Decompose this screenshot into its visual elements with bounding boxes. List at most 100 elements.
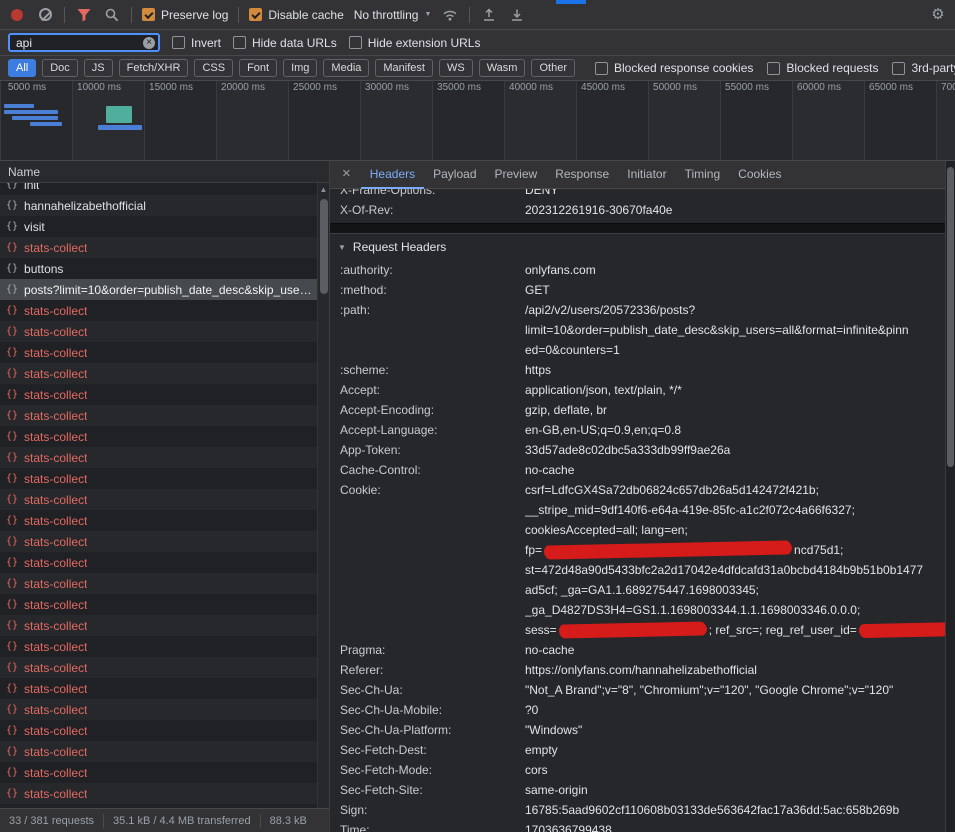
network-conditions-button[interactable] bbox=[441, 6, 459, 24]
tab-headers[interactable]: Headers bbox=[361, 161, 424, 189]
checkbox-label: Blocked requests bbox=[786, 61, 878, 75]
json-icon: {} bbox=[6, 284, 18, 295]
scrollbar-thumb[interactable] bbox=[947, 167, 954, 467]
request-row[interactable]: {}stats-collect bbox=[0, 699, 329, 720]
header-name: Sec-Fetch-Dest: bbox=[330, 740, 525, 760]
request-row[interactable]: {}init bbox=[0, 183, 329, 195]
timeline-bars bbox=[0, 81, 955, 160]
export-har-button[interactable] bbox=[508, 6, 526, 24]
redaction-mark bbox=[859, 623, 945, 637]
request-row[interactable]: {}stats-collect bbox=[0, 783, 329, 804]
request-row[interactable]: {}visit bbox=[0, 216, 329, 237]
request-row[interactable]: {}stats-collect bbox=[0, 342, 329, 363]
hide-data-urls-checkbox[interactable]: Hide data URLs bbox=[233, 36, 337, 50]
request-row[interactable]: {}stats-collect bbox=[0, 510, 329, 531]
filter-chip-other[interactable]: Other bbox=[531, 59, 575, 77]
request-row[interactable]: {}stats-collect bbox=[0, 321, 329, 342]
request-name: stats-collect bbox=[24, 745, 87, 759]
request-row[interactable]: {}stats-collect bbox=[0, 573, 329, 594]
tab-preview[interactable]: Preview bbox=[486, 161, 547, 189]
json-icon: {} bbox=[6, 242, 18, 253]
header-row: Sec-Ch-Ua-Mobile:?0 bbox=[330, 700, 945, 720]
disable-cache-checkbox[interactable]: Disable cache bbox=[249, 8, 343, 22]
request-row[interactable]: {}stats-collect bbox=[0, 657, 329, 678]
request-name: stats-collect bbox=[24, 493, 87, 507]
hide-extension-urls-checkbox[interactable]: Hide extension URLs bbox=[349, 36, 481, 50]
filter-toggle-button[interactable] bbox=[75, 6, 93, 24]
toolbar-divider bbox=[64, 7, 65, 23]
import-har-button[interactable] bbox=[480, 6, 498, 24]
request-row[interactable]: {}stats-collect bbox=[0, 426, 329, 447]
request-row[interactable]: {}stats-collect bbox=[0, 741, 329, 762]
checkbox-icon bbox=[172, 36, 185, 49]
filter-chip-manifest[interactable]: Manifest bbox=[375, 59, 433, 77]
filter-chip-ws[interactable]: WS bbox=[439, 59, 473, 77]
search-button[interactable] bbox=[103, 6, 121, 24]
filter-checkbox-3rd-party-requests[interactable]: 3rd-party requests bbox=[892, 61, 955, 75]
request-row[interactable]: {}buttons bbox=[0, 258, 329, 279]
header-value: ?0 bbox=[525, 700, 945, 720]
settings-button[interactable]: ⚙ bbox=[929, 6, 947, 24]
tab-cookies[interactable]: Cookies bbox=[729, 161, 790, 189]
request-row[interactable]: {}stats-collect bbox=[0, 384, 329, 405]
filter-chip-media[interactable]: Media bbox=[323, 59, 369, 77]
request-row[interactable]: {}hannahelizabethofficial bbox=[0, 195, 329, 216]
tab-response[interactable]: Response bbox=[546, 161, 618, 189]
json-icon: {} bbox=[6, 494, 18, 505]
filter-checkbox-blocked-response-cookies[interactable]: Blocked response cookies bbox=[595, 61, 753, 75]
filter-chip-img[interactable]: Img bbox=[283, 59, 317, 77]
tab-payload[interactable]: Payload bbox=[424, 161, 485, 189]
json-icon: {} bbox=[6, 599, 18, 610]
request-row[interactable]: {}stats-collect bbox=[0, 552, 329, 573]
filter-input[interactable] bbox=[8, 33, 160, 52]
header-row: :method:GET bbox=[330, 280, 945, 300]
tab-timing[interactable]: Timing bbox=[676, 161, 730, 189]
invert-checkbox[interactable]: Invert bbox=[172, 36, 221, 50]
status-text: 33 / 381 requests bbox=[0, 814, 104, 828]
request-row[interactable]: {}stats-collect bbox=[0, 405, 329, 426]
clear-icon bbox=[39, 8, 52, 21]
request-row[interactable]: {}stats-collect bbox=[0, 615, 329, 636]
request-row[interactable]: {}stats-collect bbox=[0, 531, 329, 552]
request-row[interactable]: {}stats-collect bbox=[0, 720, 329, 741]
request-headers-section-header[interactable]: ▼Request Headers bbox=[330, 234, 945, 260]
request-row[interactable]: {}stats-collect bbox=[0, 762, 329, 783]
name-column-header[interactable]: Name bbox=[0, 161, 329, 183]
request-row[interactable]: {}stats-collect bbox=[0, 636, 329, 657]
network-overview-timeline[interactable]: 5000 ms10000 ms15000 ms20000 ms25000 ms3… bbox=[0, 81, 955, 161]
filter-chip-doc[interactable]: Doc bbox=[42, 59, 78, 77]
summary-items: 33 / 381 requests35.1 kB / 4.4 MB transf… bbox=[0, 814, 316, 828]
tab-initiator[interactable]: Initiator bbox=[618, 161, 675, 189]
preserve-log-checkbox[interactable]: Preserve log bbox=[142, 8, 228, 22]
record-button[interactable] bbox=[8, 6, 26, 24]
request-row[interactable]: {}stats-collect bbox=[0, 678, 329, 699]
request-list-scrollbar[interactable]: ▲ bbox=[317, 183, 329, 808]
request-row[interactable]: {}posts?limit=10&order=publish_date_desc… bbox=[0, 279, 329, 300]
request-row[interactable]: {} stats-collect bbox=[0, 489, 329, 510]
throttling-dropdown[interactable]: No throttling ▼ bbox=[354, 8, 432, 22]
details-scrollbar[interactable] bbox=[945, 161, 955, 832]
funnel-icon bbox=[76, 7, 92, 23]
request-row[interactable]: {} stats-collect bbox=[0, 594, 329, 615]
request-row[interactable]: {}stats-collect bbox=[0, 237, 329, 258]
filter-chip-js[interactable]: JS bbox=[84, 59, 113, 77]
filter-chip-all[interactable]: All bbox=[8, 59, 36, 77]
header-value: /api2/v2/users/20572336/posts?limit=10&o… bbox=[525, 300, 945, 360]
scrollbar-thumb[interactable] bbox=[320, 199, 328, 294]
filter-chip-css[interactable]: CSS bbox=[194, 59, 233, 77]
request-row[interactable]: {}stats-collect bbox=[0, 468, 329, 489]
filter-chip-font[interactable]: Font bbox=[239, 59, 277, 77]
filter-chip-fetch-xhr[interactable]: Fetch/XHR bbox=[119, 59, 189, 77]
filter-chip-wasm[interactable]: Wasm bbox=[479, 59, 526, 77]
clear-button[interactable] bbox=[36, 6, 54, 24]
header-value: empty bbox=[525, 740, 945, 760]
clear-filter-icon[interactable]: × bbox=[143, 37, 155, 49]
close-details-button[interactable]: × bbox=[334, 165, 361, 184]
filter-checkbox-blocked-requests[interactable]: Blocked requests bbox=[767, 61, 878, 75]
request-row[interactable]: {}stats-collect bbox=[0, 300, 329, 321]
request-name: stats-collect bbox=[24, 598, 87, 612]
request-row[interactable]: {}stats-collect bbox=[0, 447, 329, 468]
network-request-list: {}init{}hannahelizabethofficial{}visit {}… bbox=[0, 183, 329, 808]
request-row[interactable]: {}stats-collect bbox=[0, 363, 329, 384]
scroll-up-arrow[interactable]: ▲ bbox=[318, 183, 329, 197]
